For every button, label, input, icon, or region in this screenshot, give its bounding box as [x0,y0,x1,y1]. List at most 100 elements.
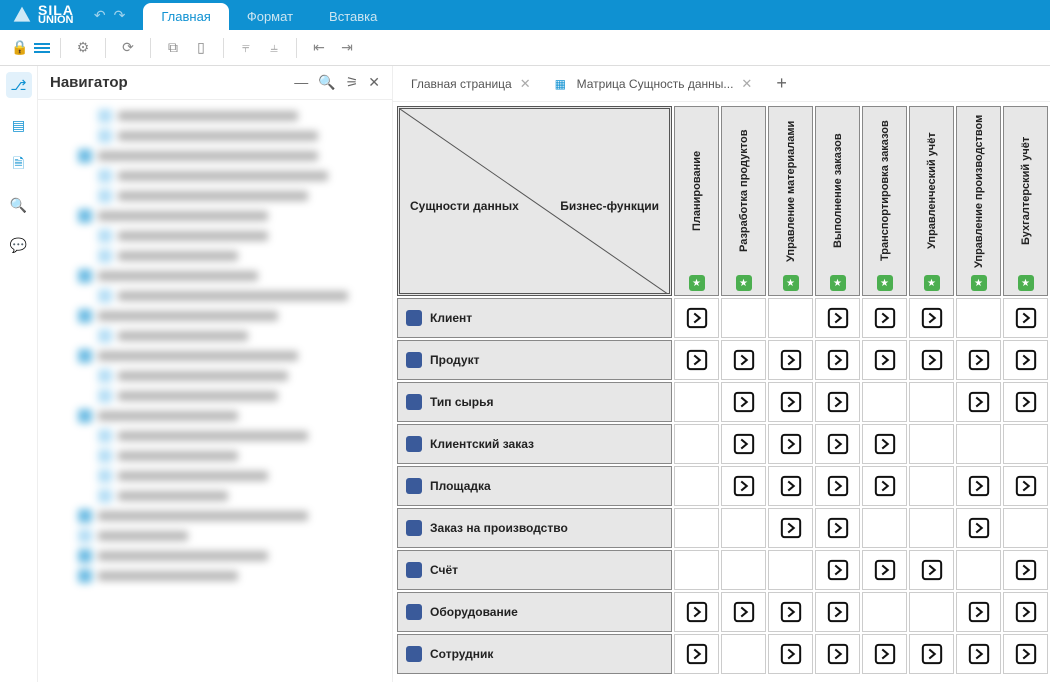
tree-icon[interactable]: ⎇ [6,72,32,98]
matrix-cell[interactable] [768,424,813,464]
doc-tab-matrix[interactable]: ▦ Матрица Сущность данны... ✕ [545,70,763,98]
matrix-cell[interactable] [1003,298,1048,338]
matrix-cell[interactable] [815,550,860,590]
menu-tab-insert[interactable]: Вставка [311,3,395,30]
matrix-cell[interactable] [1003,340,1048,380]
menu-tab-format[interactable]: Формат [229,3,311,30]
matrix-grid[interactable]: Сущности данных Бизнес-функции Планирова… [393,102,1050,682]
matrix-cell[interactable] [768,340,813,380]
matrix-cell[interactable] [909,424,954,464]
matrix-cell[interactable] [815,466,860,506]
redo-icon[interactable]: ↷ [114,7,126,24]
matrix-cell[interactable] [956,298,1001,338]
matrix-cell[interactable] [1003,508,1048,548]
matrix-cell[interactable] [768,298,813,338]
matrix-cell[interactable] [956,382,1001,422]
matrix-cell[interactable] [956,634,1001,674]
matrix-cell[interactable] [721,298,766,338]
matrix-cell[interactable] [721,634,766,674]
matrix-cell[interactable] [909,298,954,338]
matrix-cell[interactable] [862,466,907,506]
matrix-cell[interactable] [674,424,719,464]
matrix-cell[interactable] [909,592,954,632]
close-tab-icon[interactable]: ✕ [741,76,752,92]
filter-icon[interactable]: ⚞ [346,74,359,91]
matrix-col-header[interactable]: Управление материалами★ [768,106,813,296]
matrix-row-header[interactable]: Клиентский заказ [397,424,672,464]
refresh-icon[interactable]: ⟳ [116,36,140,60]
matrix-col-header[interactable]: Бухгалтерский учёт★ [1003,106,1048,296]
matrix-cell[interactable] [768,634,813,674]
search-panel-icon[interactable]: 🔍 [318,74,335,91]
matrix-cell[interactable] [674,634,719,674]
lock-icon[interactable]: 🔒 [8,36,32,60]
insert-left-icon[interactable]: ⇤ [307,36,331,60]
search-icon[interactable]: 🔍 [6,192,32,218]
matrix-cell[interactable] [721,550,766,590]
insert-right-icon[interactable]: ⇥ [335,36,359,60]
matrix-cell[interactable] [1003,634,1048,674]
matrix-cell[interactable] [862,592,907,632]
matrix-cell[interactable] [721,466,766,506]
matrix-cell[interactable] [1003,424,1048,464]
matrix-cell[interactable] [815,634,860,674]
matrix-cell[interactable] [1003,592,1048,632]
matrix-row-header[interactable]: Площадка [397,466,672,506]
copy-icon[interactable]: ⧉ [161,36,185,60]
matrix-cell[interactable] [1003,382,1048,422]
matrix-cell[interactable] [768,550,813,590]
navigator-tree[interactable] [38,100,392,682]
matrix-cell[interactable] [721,424,766,464]
matrix-cell[interactable] [721,508,766,548]
matrix-cell[interactable] [862,634,907,674]
matrix-cell[interactable] [909,340,954,380]
matrix-cell[interactable] [956,424,1001,464]
undo-icon[interactable]: ↶ [94,7,106,24]
matrix-cell[interactable] [1003,466,1048,506]
matrix-cell[interactable] [862,298,907,338]
matrix-cell[interactable] [721,592,766,632]
matrix-row-header[interactable]: Клиент [397,298,672,338]
matrix-cell[interactable] [956,466,1001,506]
matrix-cell[interactable] [815,382,860,422]
comment-icon[interactable]: 💬 [6,232,32,258]
matrix-cell[interactable] [1003,550,1048,590]
matrix-cell[interactable] [674,382,719,422]
matrix-cell[interactable] [862,508,907,548]
matrix-row-header[interactable]: Тип сырья [397,382,672,422]
matrix-cell[interactable] [674,550,719,590]
matrix-cell[interactable] [862,550,907,590]
matrix-cell[interactable] [815,340,860,380]
matrix-cell[interactable] [674,466,719,506]
matrix-cell[interactable] [956,340,1001,380]
matrix-row-header[interactable]: Продукт [397,340,672,380]
matrix-cell[interactable] [768,592,813,632]
matrix-cell[interactable] [909,508,954,548]
matrix-cell[interactable] [956,508,1001,548]
matrix-row-header[interactable]: Оборудование [397,592,672,632]
matrix-cell[interactable] [815,298,860,338]
matrix-cell[interactable] [768,382,813,422]
matrix-cell[interactable] [815,424,860,464]
matrix-col-header[interactable]: Управление производством★ [956,106,1001,296]
matrix-cell[interactable] [815,508,860,548]
align-top-icon[interactable]: ⫧ [234,36,258,60]
matrix-row-header[interactable]: Заказ на производство [397,508,672,548]
matrix-cell[interactable] [674,298,719,338]
matrix-row-header[interactable]: Сотрудник [397,634,672,674]
matrix-cell[interactable] [674,340,719,380]
matrix-row-header[interactable]: Счёт [397,550,672,590]
matrix-col-header[interactable]: Выполнение заказов★ [815,106,860,296]
matrix-cell[interactable] [674,592,719,632]
matrix-cell[interactable] [815,592,860,632]
align-bottom-icon[interactable]: ⫨ [262,36,286,60]
matrix-col-header[interactable]: Планирование★ [674,106,719,296]
matrix-cell[interactable] [862,424,907,464]
add-tab-button[interactable]: + [766,73,797,94]
matrix-col-header[interactable]: Управленческий учёт★ [909,106,954,296]
structure-icon[interactable]: ▤ [6,112,32,138]
paste-icon[interactable]: ▯ [189,36,213,60]
matrix-cell[interactable] [721,382,766,422]
matrix-cell[interactable] [956,592,1001,632]
close-tab-icon[interactable]: ✕ [520,76,531,92]
